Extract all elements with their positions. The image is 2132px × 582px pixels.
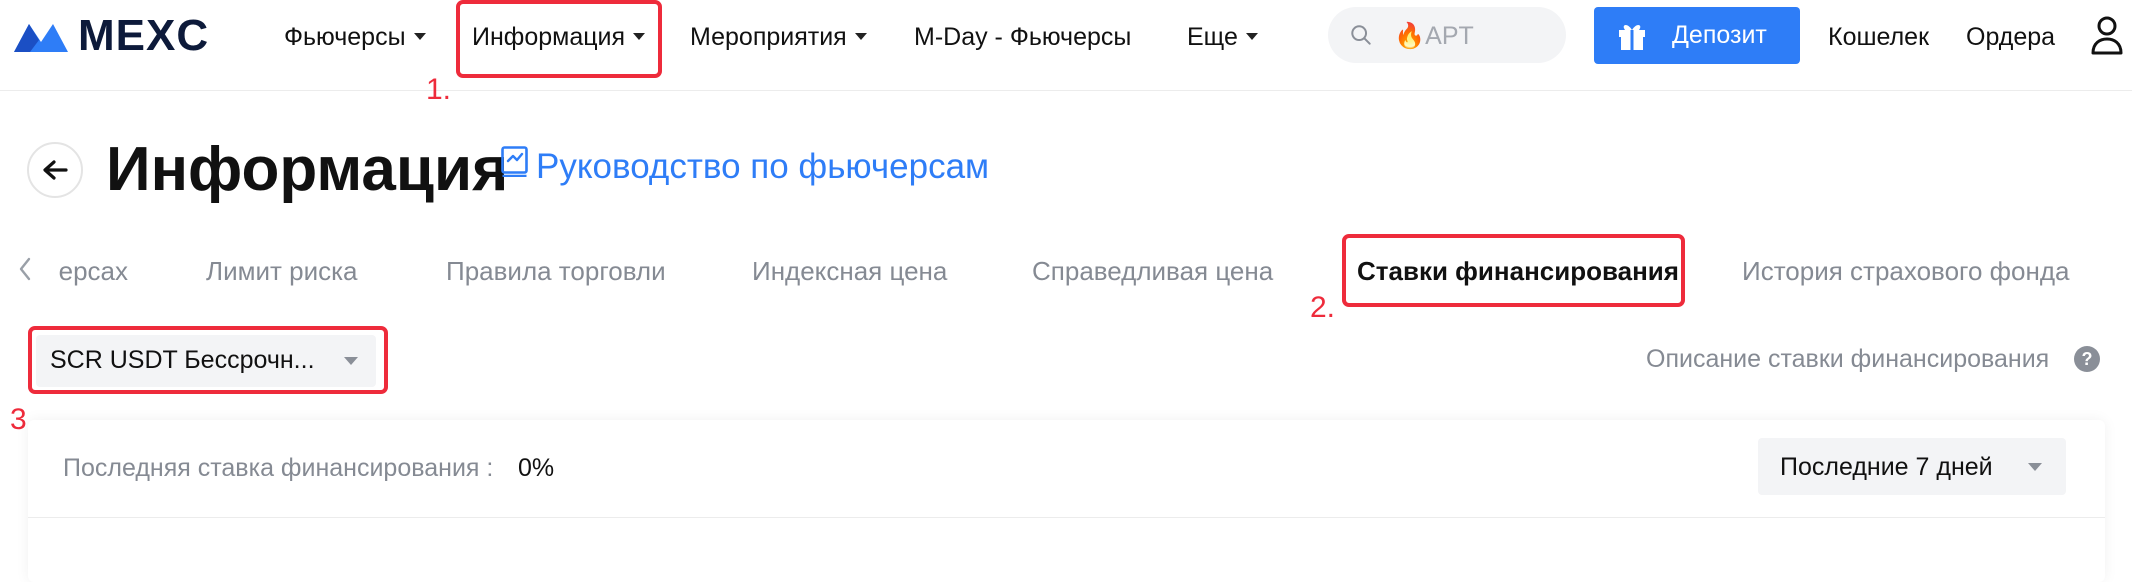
nav-more-label: Еще xyxy=(1187,23,1238,51)
nav-mday-futures[interactable]: M-Day - Фьючерсы xyxy=(914,22,1131,52)
annotation-box-3 xyxy=(28,326,388,394)
tab-fair-price[interactable]: Справедливая цена xyxy=(1032,255,1273,287)
search-icon xyxy=(1351,25,1371,45)
help-icon[interactable]: ? xyxy=(2074,346,2100,372)
annotation-label-2: 2. xyxy=(1310,291,1336,324)
caret-down-icon xyxy=(413,32,426,40)
period-select[interactable]: Последние 7 дней xyxy=(1758,438,2066,495)
search-input[interactable]: 🔥APT xyxy=(1328,7,1566,63)
funding-rate-card: Последняя ставка финансирования : 0% Пос… xyxy=(28,420,2105,582)
nav-events[interactable]: Мероприятия xyxy=(690,22,867,52)
deposit-button[interactable]: Депозит xyxy=(1594,7,1800,64)
nav-futures-label: Фьючерсы xyxy=(284,23,406,51)
tab-risk-limit[interactable]: Лимит риска xyxy=(206,255,358,287)
logo-text: MEXC xyxy=(78,11,210,60)
nav-futures[interactable]: Фьючерсы xyxy=(284,22,426,52)
user-icon[interactable] xyxy=(2090,15,2124,55)
caret-down-icon xyxy=(1245,32,1258,40)
page-title: Информация xyxy=(106,135,509,204)
annotation-box-2 xyxy=(1342,234,1685,307)
search-placeholder: 🔥APT xyxy=(1394,21,1474,51)
back-button[interactable] xyxy=(27,142,83,198)
search-placeholder-text: APT xyxy=(1425,22,1474,50)
annotation-box-1 xyxy=(456,0,662,78)
nav-mday-label: M-Day - Фьючерсы xyxy=(914,23,1132,51)
orders-link[interactable]: Ордера xyxy=(1966,22,2055,52)
deposit-label: Депозит xyxy=(1672,21,1767,49)
tab-insurance-fund-history[interactable]: История страхового фонда xyxy=(1742,255,2069,287)
tab-label: ерсах xyxy=(58,256,128,286)
futures-guide-link[interactable]: Руководство по фьючерсам xyxy=(500,146,989,188)
caret-down-icon xyxy=(2028,463,2042,471)
tab-index-price[interactable]: Индексная цена xyxy=(752,255,947,287)
last-funding-rate-value: 0% xyxy=(518,454,555,482)
gift-icon xyxy=(1619,24,1645,50)
chevron-left-icon[interactable] xyxy=(16,256,36,282)
arrow-left-icon xyxy=(43,160,68,180)
nav-more[interactable]: Еще xyxy=(1187,22,1258,52)
mexc-logo-icon xyxy=(14,24,68,52)
period-select-value: Последние 7 дней xyxy=(1780,453,1993,481)
nav-events-label: Мероприятия xyxy=(690,23,847,51)
annotation-label-1: 1. xyxy=(426,73,452,106)
mexc-logo[interactable]: MEXC xyxy=(12,11,210,60)
futures-guide-label: Руководство по фьючерсам xyxy=(536,147,990,186)
card-divider xyxy=(28,517,2105,518)
tab-trading-rules[interactable]: Правила торговли xyxy=(446,255,666,287)
funding-rate-description-link[interactable]: Описание ставки финансирования xyxy=(1646,344,2049,374)
caret-down-icon xyxy=(854,32,867,40)
wallet-link[interactable]: Кошелек xyxy=(1828,22,1929,52)
top-navbar: MEXC Фьючерсы Информация Мероприятия M-D… xyxy=(0,0,2132,91)
last-funding-rate-label: Последняя ставка финансирования : xyxy=(63,454,494,482)
guide-book-icon xyxy=(501,146,528,177)
fire-icon: 🔥 xyxy=(1394,22,1426,50)
tab-futures-info-partial[interactable]: ерсах xyxy=(40,255,140,291)
